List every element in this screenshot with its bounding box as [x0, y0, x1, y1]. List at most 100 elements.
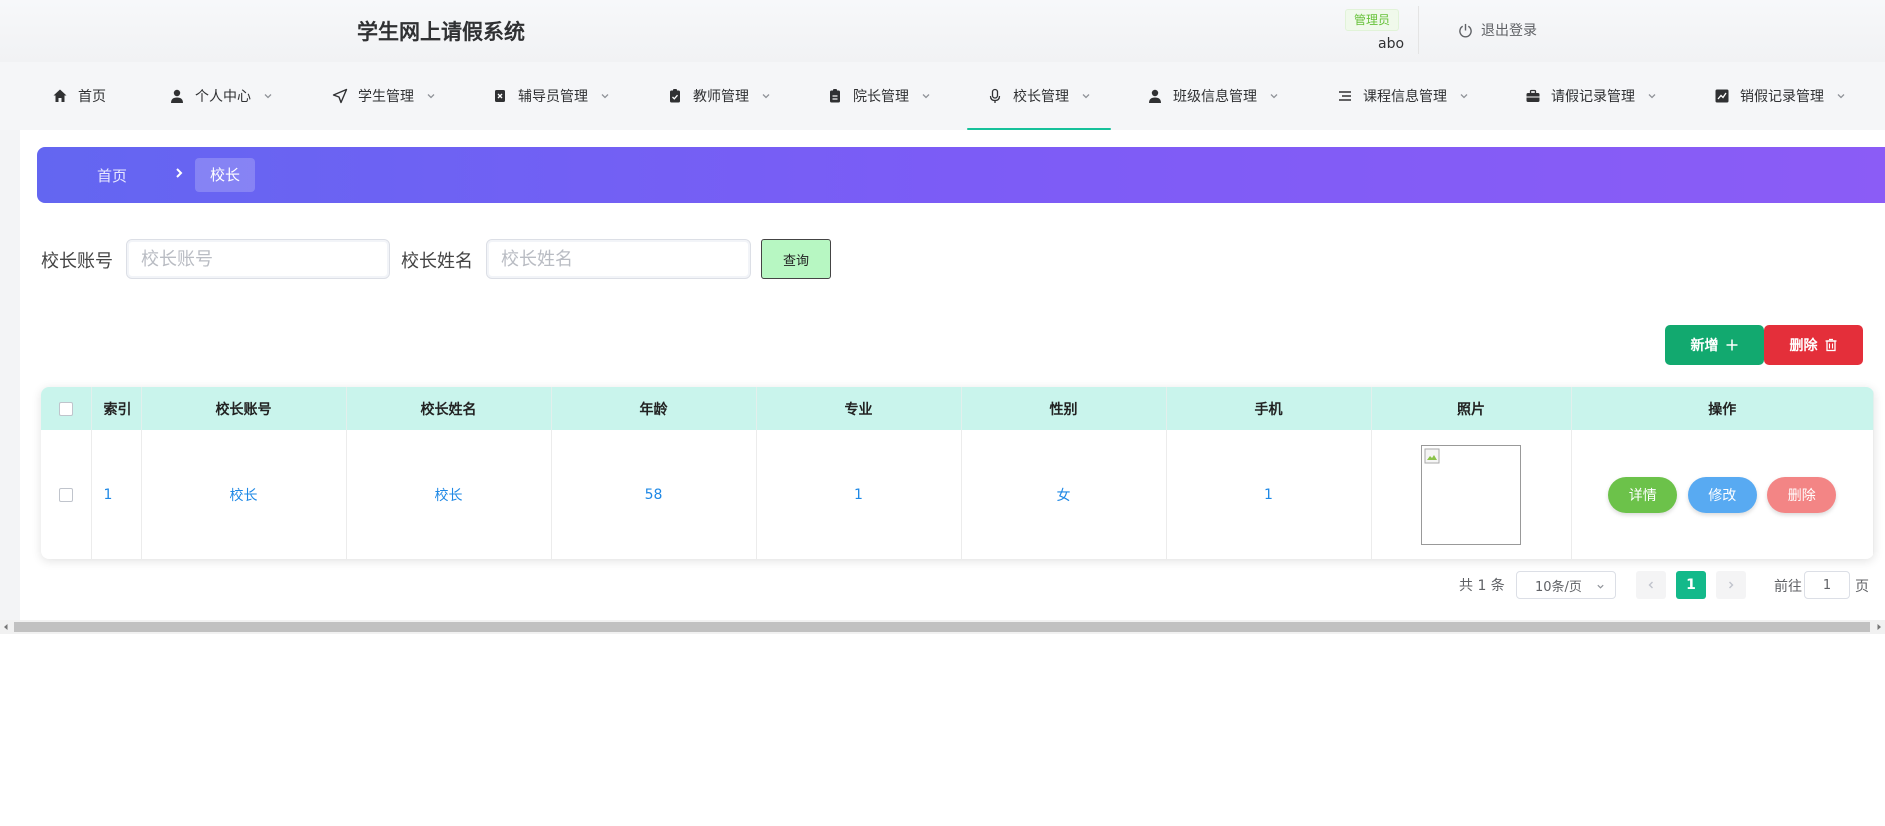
breadcrumb: 首页 校长: [37, 147, 1885, 203]
cell-phone: 1: [1166, 430, 1372, 559]
column-header: 性别: [961, 387, 1167, 430]
nav-label: 课程信息管理: [1363, 89, 1447, 105]
user-icon: [171, 89, 183, 103]
chevron-down-icon: [1270, 94, 1278, 99]
role-badge: 管理员: [1345, 9, 1400, 31]
nav-label: 销假记录管理: [1740, 89, 1824, 105]
column-header: 专业: [756, 387, 962, 430]
prev-page-button[interactable]: [1636, 571, 1666, 599]
broken-image-icon: [1424, 448, 1440, 463]
username: abo: [1378, 36, 1405, 52]
logout-button[interactable]: 退出登录: [1458, 20, 1537, 40]
chart-icon: [1715, 89, 1729, 103]
chevron-down-icon: [427, 94, 435, 99]
nav-label: 首页: [78, 89, 106, 105]
briefcase-icon: [1526, 89, 1540, 102]
chevron-down-icon: [1597, 584, 1604, 589]
scrollbar-thumb[interactable]: [14, 622, 1870, 632]
chevron-down-icon: [1837, 94, 1845, 99]
cell-age: 58: [551, 430, 757, 559]
microphone-icon: [989, 88, 1001, 103]
scroll-right-icon[interactable]: [1875, 623, 1883, 631]
row-checkbox[interactable]: [58, 487, 73, 502]
nav-item-counselor-management[interactable]: 辅导员管理: [492, 62, 610, 130]
batch-delete-button[interactable]: 删除: [1764, 325, 1863, 365]
main-nav: 首页 个人中心 学生管理 辅导员管理 教师管理 院长管理 校长管理 班级信息管理…: [0, 62, 1885, 130]
add-button[interactable]: 新增: [1665, 325, 1764, 365]
next-page-button[interactable]: [1716, 571, 1746, 599]
logout-label: 退出登录: [1481, 23, 1537, 39]
clipboard-icon: [830, 89, 840, 103]
chevron-down-icon: [1460, 94, 1468, 99]
edit-button[interactable]: 修改: [1687, 476, 1757, 513]
goto-suffix: 页: [1855, 579, 1869, 595]
select-all-cell: [41, 387, 92, 430]
cell-actions: 详情 修改 删除: [1571, 430, 1874, 559]
table-header-row: 索引 校长账号 校长姓名 年龄 专业 性别 手机 照片 操作: [41, 387, 1874, 430]
column-header: 手机: [1166, 387, 1372, 430]
chevron-down-icon: [762, 94, 770, 99]
top-header: 学生网上请假系统 管理员 abo 退出登录: [0, 0, 1885, 62]
cell-photo: [1371, 430, 1572, 559]
cell-gender: 女: [961, 430, 1167, 559]
nav-item-teacher-management[interactable]: 教师管理: [667, 62, 771, 130]
nav-item-cancel-leave-management[interactable]: 销假记录管理: [1714, 62, 1846, 130]
column-header: 校长姓名: [346, 387, 552, 430]
account-search-input[interactable]: [126, 239, 390, 279]
principal-table: 索引 校长账号 校长姓名 年龄 专业 性别 手机 照片 操作 1 校长 校长 5…: [41, 387, 1874, 559]
check-clipboard-icon: [670, 89, 680, 103]
nav-item-leave-record-management[interactable]: 请假记录管理: [1525, 62, 1657, 130]
name-search-input[interactable]: [486, 239, 751, 279]
cell-index: 1: [91, 430, 142, 559]
chevron-down-icon: [1082, 94, 1090, 99]
photo-thumbnail[interactable]: [1421, 444, 1521, 545]
page-number-current[interactable]: 1: [1676, 571, 1706, 599]
header-divider: [1418, 6, 1419, 54]
row-delete-button[interactable]: 删除: [1767, 476, 1837, 513]
nav-label: 班级信息管理: [1173, 89, 1257, 105]
nav-label: 请假记录管理: [1551, 89, 1635, 105]
goto-label: 前往: [1774, 579, 1802, 595]
horizontal-scrollbar[interactable]: [0, 620, 1885, 634]
nav-label: 学生管理: [358, 89, 414, 105]
nav-item-personal-center[interactable]: 个人中心: [169, 62, 273, 130]
nav-label: 校长管理: [1013, 89, 1069, 105]
query-button[interactable]: 查询: [761, 239, 831, 279]
page-size-select[interactable]: 10条/页: [1516, 571, 1616, 599]
breadcrumb-current: 校长: [195, 158, 256, 192]
scroll-left-icon[interactable]: [2, 623, 10, 631]
breadcrumb-home[interactable]: 首页: [97, 165, 127, 186]
nav-label: 院长管理: [853, 89, 909, 105]
app-title: 学生网上请假系统: [357, 20, 525, 44]
nav-item-dean-management[interactable]: 院长管理: [827, 62, 931, 130]
nav-item-home[interactable]: 首页: [52, 62, 106, 130]
add-button-label: 新增: [1690, 337, 1719, 353]
detail-button[interactable]: 详情: [1608, 476, 1678, 513]
cell-account: 校长: [141, 430, 347, 559]
nav-item-class-info-management[interactable]: 班级信息管理: [1147, 62, 1279, 130]
user-icon: [1149, 89, 1161, 103]
left-gutter: [0, 130, 20, 620]
chevron-down-icon: [1648, 94, 1656, 99]
pagination-total: 共 1 条: [1459, 578, 1505, 594]
nav-item-course-info-management[interactable]: 课程信息管理: [1337, 62, 1469, 130]
chevron-right-icon: [176, 168, 183, 178]
column-header: 年龄: [551, 387, 757, 430]
goto-page-input[interactable]: [1804, 571, 1850, 599]
select-all-checkbox[interactable]: [58, 401, 73, 416]
power-icon: [1459, 23, 1472, 37]
trash-icon: [1825, 338, 1836, 352]
page-size-value: 10条/页: [1535, 579, 1582, 595]
row-select-cell: [41, 430, 92, 559]
chevron-down-icon: [264, 94, 272, 99]
nav-item-student-management[interactable]: 学生管理: [332, 62, 436, 130]
chevron-right-icon: [1729, 581, 1734, 589]
close-box-icon: [495, 90, 505, 102]
nav-label: 辅导员管理: [518, 89, 588, 105]
column-header: 索引: [91, 387, 142, 430]
home-icon: [53, 89, 67, 102]
chevron-down-icon: [922, 94, 930, 99]
nav-item-principal-management[interactable]: 校长管理: [967, 62, 1111, 130]
nav-label: 个人中心: [195, 89, 251, 105]
chevron-left-icon: [1648, 581, 1653, 589]
